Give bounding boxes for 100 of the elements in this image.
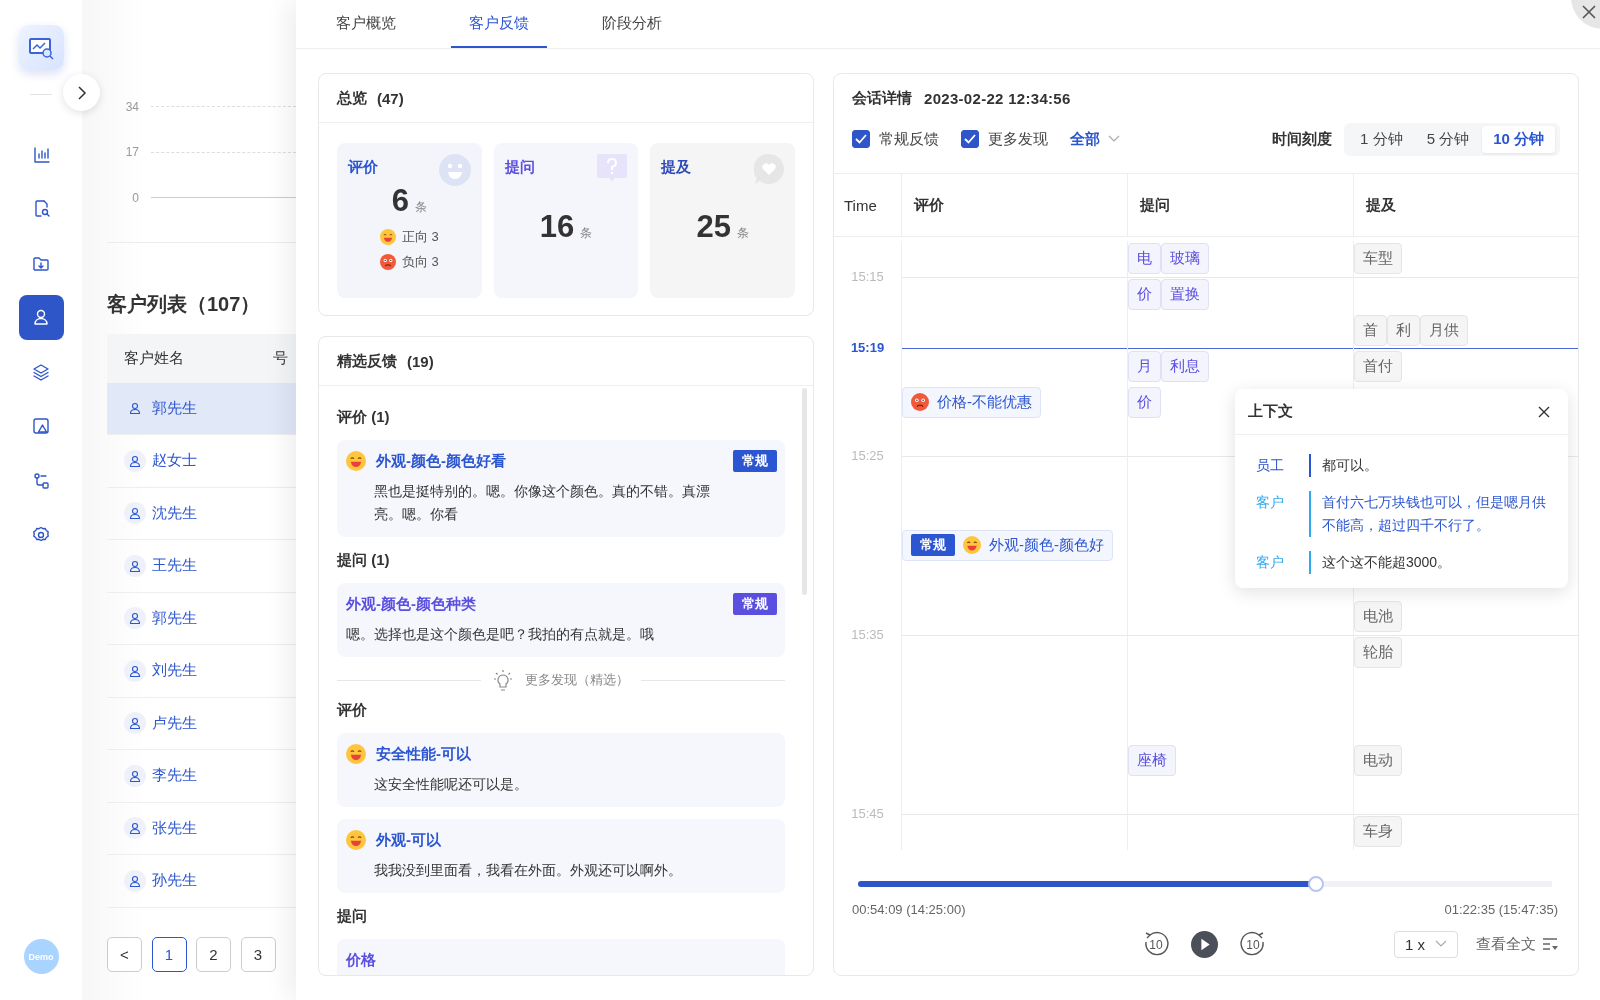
avatar-icon — [124, 764, 146, 787]
column-header: 评价 — [901, 174, 1127, 236]
rewind-button[interactable]: 10 — [1142, 930, 1170, 958]
avatar-icon — [124, 817, 146, 840]
tab[interactable]: 客户反馈 — [451, 0, 547, 48]
speaker-label: 客户 — [1256, 553, 1285, 572]
caret-icon — [1108, 135, 1120, 143]
tag-chip[interactable]: 玻璃 — [1161, 243, 1209, 275]
card-title: 总览 — [337, 88, 367, 108]
feedback-card[interactable]: 价格 — [337, 939, 785, 975]
avatar-icon — [124, 659, 146, 682]
stat-label: 提及 — [661, 158, 692, 177]
stat-count: 6 — [391, 183, 409, 219]
smiley-icon — [438, 154, 471, 186]
feedback-card[interactable]: 外观-颜色-颜色好看 常规 黑也是挺特别的。嗯。你像这个颜色。真的不错。真漂亮。嗯。你看 — [337, 440, 785, 537]
column-header: 提问 — [1127, 174, 1353, 236]
tag-chip[interactable]: 利息 — [1161, 350, 1209, 382]
feedback-title: 安全性能-可以 — [376, 744, 471, 764]
page-button[interactable]: 1 — [151, 936, 187, 972]
table-row[interactable]: 李先生 — [107, 750, 296, 803]
previous-page-button[interactable]: < — [107, 936, 142, 972]
feedback-text: 这安全性能呢还可以是。 — [373, 775, 529, 794]
tag-chip[interactable]: 电池 — [1354, 601, 1402, 633]
section-heading: 提问 (1) — [337, 550, 391, 570]
feedback-text: 嗯。选择也是这个颜色是吧？我拍的有点就是。哦 — [346, 625, 655, 644]
checkbox-label: 常规反馈 — [879, 129, 939, 149]
tab[interactable]: 客户概览 — [318, 0, 414, 48]
filter-dropdown[interactable]: 全部 — [1070, 129, 1120, 149]
utterance-text: 这个这不能超3000。 — [1322, 553, 1452, 572]
scrollbar[interactable] — [802, 388, 807, 595]
forward-button[interactable]: 10 — [1239, 930, 1267, 958]
table-row[interactable]: 郭先生 — [107, 592, 296, 645]
scale-option[interactable]: 1 分钟 — [1349, 125, 1414, 153]
flow-icon — [32, 471, 50, 490]
scale-label: 时间刻度 — [1272, 129, 1333, 149]
table-row[interactable]: 沈先生 — [107, 487, 296, 540]
question-bubble-icon — [597, 154, 628, 182]
feedback-card[interactable]: 安全性能-可以 这安全性能呢还可以是。 — [337, 733, 785, 807]
scale-option[interactable]: 10 分钟 — [1482, 125, 1555, 153]
table-row[interactable]: 郭先生 — [107, 382, 296, 435]
progress-handle[interactable] — [1308, 876, 1325, 892]
table-row[interactable]: 赵女士 — [107, 435, 296, 488]
feedback-text: 黑也是挺特别的。嗯。你像这个颜色。真的不错。真漂亮。嗯。你看 — [373, 482, 711, 524]
tag-chip[interactable]: 价格-不能优惠 — [902, 386, 1041, 418]
tag-chip[interactable]: 价 — [1128, 279, 1161, 311]
tag-chip[interactable]: 常规 外观-颜色-颜色好 — [902, 529, 1113, 561]
speaker-label: 客户 — [1256, 493, 1285, 512]
section-heading: 评价 — [337, 700, 368, 720]
column-header: 号 — [273, 348, 288, 368]
table-row[interactable]: 卢先生 — [107, 697, 296, 750]
tag-chip[interactable]: 车型 — [1354, 243, 1402, 275]
avatar-icon — [124, 869, 146, 892]
app-logo[interactable] — [18, 25, 64, 70]
table-row[interactable]: 张先生 — [107, 802, 296, 855]
speed-dropdown[interactable]: 1 x — [1394, 930, 1458, 958]
divider-label: 更多发现（精选） — [525, 671, 629, 689]
column-header: 客户姓名 — [124, 348, 184, 368]
customer-name: 孙先生 — [152, 871, 197, 891]
feedback-text: 我我没到里面看，我看在外面。外观还可以啊外。 — [373, 861, 683, 880]
checkbox[interactable] — [852, 130, 870, 148]
current-time: 00:54:09 (14:25:00) — [852, 902, 966, 917]
stat-count: 25 — [696, 209, 731, 245]
tag-chip[interactable]: 车身 — [1354, 816, 1402, 848]
customer-name: 赵女士 — [152, 451, 197, 471]
tag-chip[interactable]: 月供 — [1420, 315, 1468, 346]
tag-chip[interactable]: 电 — [1128, 243, 1161, 275]
checkbox-label: 更多发现 — [988, 129, 1048, 149]
panel-title: 会话详情 — [852, 89, 912, 108]
avatar-icon — [124, 712, 146, 735]
feedback-card[interactable]: 外观-可以 我我没到里面看，我看在外面。外观还可以啊外。 — [337, 819, 785, 893]
tag-chip[interactable]: 座椅 — [1128, 744, 1176, 776]
close-icon — [1582, 5, 1596, 19]
tag-chip[interactable]: 月 — [1128, 350, 1161, 382]
view-transcript-button[interactable]: 查看全文 — [1476, 934, 1558, 954]
feedback-card[interactable]: 外观-颜色-颜色种类 常规 嗯。选择也是这个颜色是吧？我拍的有点就是。哦 — [337, 583, 785, 657]
table-row[interactable]: 刘先生 — [107, 645, 296, 698]
checkbox[interactable] — [961, 130, 979, 148]
tag-chip[interactable]: 轮胎 — [1354, 637, 1402, 669]
axis-label: 0 — [131, 190, 139, 205]
table-row[interactable]: 孙先生 — [107, 855, 296, 908]
sentiment-count: 负向 3 — [401, 253, 439, 271]
tag-chip[interactable]: 首 — [1354, 315, 1387, 346]
list-title: 客户列表（107） — [107, 291, 261, 317]
table-row[interactable]: 王先生 — [107, 540, 296, 593]
nav-button[interactable] — [18, 294, 64, 340]
page-button[interactable]: 3 — [240, 936, 276, 972]
document-search-icon — [32, 199, 50, 217]
session-timestamp: 2023-02-22 12:34:56 — [924, 90, 1071, 107]
layers-icon — [32, 362, 50, 381]
customer-name: 卢先生 — [152, 713, 197, 733]
tag-chip[interactable]: 价 — [1128, 386, 1161, 418]
play-button[interactable] — [1191, 930, 1218, 958]
page-button[interactable]: 2 — [196, 936, 231, 972]
tab[interactable]: 阶段分析 — [584, 0, 680, 48]
tag-chip[interactable]: 置换 — [1161, 279, 1209, 311]
tag-chip[interactable]: 首付 — [1354, 350, 1402, 382]
list-icon — [1542, 937, 1558, 951]
scale-option[interactable]: 5 分钟 — [1415, 125, 1481, 153]
tag-chip[interactable]: 电动 — [1354, 744, 1402, 776]
tag-chip[interactable]: 利 — [1387, 315, 1420, 346]
